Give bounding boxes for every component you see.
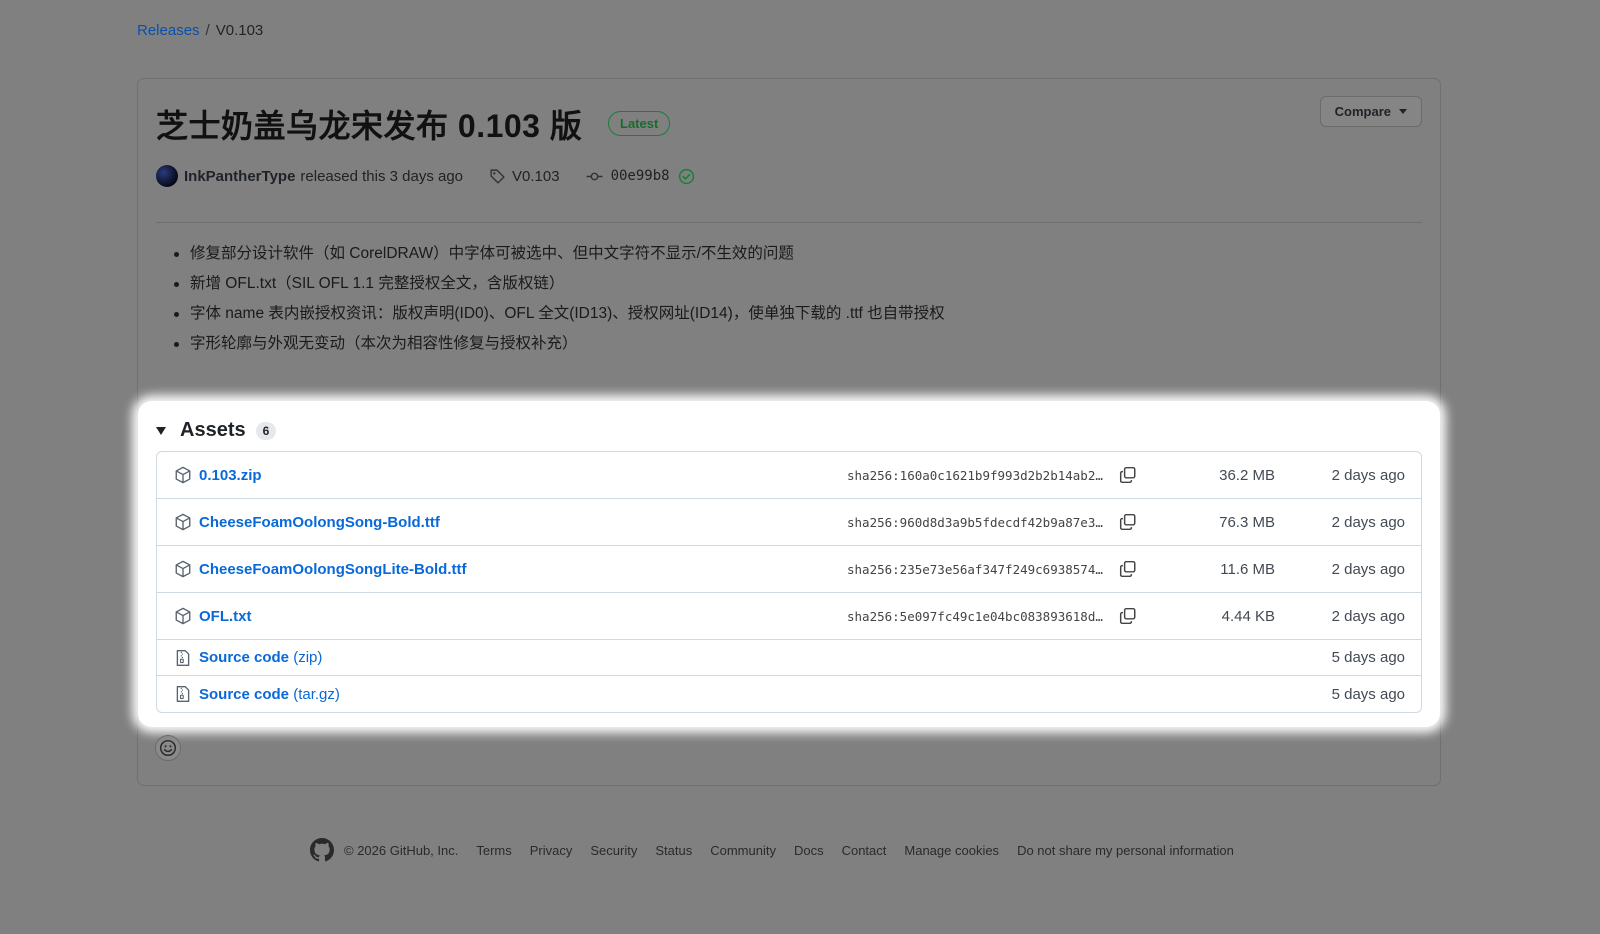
asset-size: 11.6 MB: [1220, 560, 1275, 578]
asset-size: 4.44 KB: [1221, 607, 1275, 625]
copy-icon[interactable]: [1119, 466, 1137, 484]
table-row: Source code (tar.gz) 5 days ago: [157, 676, 1421, 712]
table-row: CheeseFoamOolongSong-Bold.ttf sha256:960…: [157, 499, 1421, 546]
asset-sha: sha256:235e73e56af347f249c6938574…: [847, 561, 1103, 577]
verified-check-icon: [678, 168, 694, 184]
footer-link-docs[interactable]: Docs: [794, 843, 824, 858]
asset-link[interactable]: 0.103.zip: [199, 467, 262, 484]
add-reaction-button[interactable]: [155, 735, 181, 761]
avatar[interactable]: [156, 165, 178, 187]
list-item: 新增 OFL.txt（SIL OFL 1.1 完整授权全文，含版权链）: [174, 269, 945, 299]
source-label: Source code: [199, 685, 290, 703]
table-row: 0.103.zip sha256:160a0c1621b9f993d2b2b14…: [157, 452, 1421, 499]
copy-icon[interactable]: [1119, 607, 1137, 625]
release-meta: InkPantherType released this 3 days ago …: [156, 165, 695, 187]
asset-list: 0.103.zip sha256:160a0c1621b9f993d2b2b14…: [156, 451, 1422, 713]
asset-link[interactable]: OFL.txt: [199, 608, 252, 625]
divider: [156, 222, 1422, 223]
commit-icon: [586, 172, 603, 180]
asset-size: 76.3 MB: [1219, 513, 1275, 531]
footer-link-privacy[interactable]: Privacy: [530, 843, 573, 858]
asset-link[interactable]: CheeseFoamOolongSong-Bold.ttf: [199, 514, 440, 531]
footer-link-do-not-share[interactable]: Do not share my personal information: [1017, 843, 1234, 858]
breadcrumb-releases-link[interactable]: Releases: [137, 22, 200, 39]
release-title: 芝士奶盖乌龙宋发布 0.103 版: [156, 108, 583, 144]
assets-title: Assets: [180, 419, 246, 441]
smiley-icon: [159, 739, 177, 757]
asset-sha: sha256:160a0c1621b9f993d2b2b14ab2…: [847, 467, 1103, 483]
tag-label: V0.103: [512, 167, 560, 185]
list-item: 字形轮廓与外观无变动（本次为相容性修复与授权补充）: [174, 329, 945, 359]
source-suffix: (zip): [293, 649, 323, 666]
footer-link-contact[interactable]: Contact: [842, 843, 887, 858]
assets-header[interactable]: Assets 6: [156, 419, 277, 442]
release-card: 芝士奶盖乌龙宋发布 0.103 版 Latest Compare InkPant…: [137, 78, 1441, 786]
copy-icon[interactable]: [1119, 560, 1137, 578]
footer-link-security[interactable]: Security: [590, 843, 637, 858]
breadcrumb: Releases / V0.103: [137, 22, 263, 39]
assets-panel: Assets 6 0.103.zip sha256:160a0c1621b9f9…: [138, 401, 1440, 727]
chevron-down-icon: [1399, 109, 1407, 114]
asset-date: 5 days ago: [1331, 649, 1405, 666]
breadcrumb-current: V0.103: [215, 22, 264, 39]
footer: © 2026 GitHub, Inc. Terms Privacy Securi…: [310, 838, 1252, 862]
table-row: Source code (zip) 5 days ago: [157, 640, 1421, 676]
asset-link[interactable]: CheeseFoamOolongSongLite-Bold.ttf: [199, 561, 467, 578]
asset-date: 2 days ago: [1331, 466, 1405, 484]
package-icon: [175, 560, 191, 578]
table-row: CheeseFoamOolongSongLite-Bold.ttf sha256…: [157, 546, 1421, 593]
footer-link-terms[interactable]: Terms: [476, 843, 511, 858]
author-link[interactable]: InkPantherType: [184, 168, 295, 185]
asset-size: 36.2 MB: [1219, 466, 1275, 484]
tag-icon: [490, 168, 505, 184]
asset-date: 2 days ago: [1331, 560, 1405, 578]
list-item: 字体 name 表内嵌授权资讯：版权声明(ID0)、OFL 全文(ID13)、授…: [174, 299, 945, 329]
footer-link-manage-cookies[interactable]: Manage cookies: [904, 843, 999, 858]
assets-count-badge: 6: [255, 421, 277, 440]
table-row: OFL.txt sha256:5e097fc49c1e04bc083893618…: [157, 593, 1421, 640]
breadcrumb-separator: /: [205, 22, 210, 39]
commit-link[interactable]: 00e99b8: [586, 168, 695, 185]
asset-sha: sha256:5e097fc49c1e04bc083893618d…: [847, 608, 1103, 624]
list-item: 修复部分设计软件（如 CorelDRAW）中字体可被选中、但中文字符不显示/不生…: [174, 239, 945, 269]
package-icon: [175, 607, 191, 625]
asset-sha: sha256:960d8d3a9b5fdecdf42b9a87e3…: [847, 514, 1103, 530]
footer-link-community[interactable]: Community: [710, 843, 776, 858]
github-logo-icon[interactable]: [310, 838, 334, 862]
release-notes: 修复部分设计软件（如 CorelDRAW）中字体可被选中、但中文字符不显示/不生…: [174, 239, 945, 359]
package-icon: [175, 513, 191, 531]
asset-date: 2 days ago: [1331, 607, 1405, 625]
commit-hash: 00e99b8: [610, 168, 670, 184]
compare-label: Compare: [1334, 104, 1391, 119]
latest-badge: Latest: [608, 111, 671, 136]
compare-button[interactable]: Compare: [1319, 96, 1422, 127]
asset-date: 2 days ago: [1331, 513, 1405, 531]
source-code-tar-link[interactable]: Source code (tar.gz): [199, 686, 340, 703]
footer-copyright: © 2026 GitHub, Inc.: [344, 842, 459, 858]
asset-date: 5 days ago: [1331, 685, 1405, 703]
file-zip-icon: [176, 649, 190, 666]
tag-link[interactable]: V0.103: [489, 168, 560, 185]
package-icon: [175, 466, 191, 484]
released-text: released this 3 days ago: [300, 167, 464, 185]
footer-link-status[interactable]: Status: [655, 843, 692, 858]
copy-icon[interactable]: [1119, 513, 1137, 531]
collapse-triangle-icon[interactable]: [156, 426, 166, 435]
source-label: Source code: [199, 649, 290, 666]
source-suffix: (tar.gz): [293, 685, 340, 703]
file-zip-icon: [176, 686, 190, 702]
source-code-zip-link[interactable]: Source code (zip): [199, 649, 322, 666]
